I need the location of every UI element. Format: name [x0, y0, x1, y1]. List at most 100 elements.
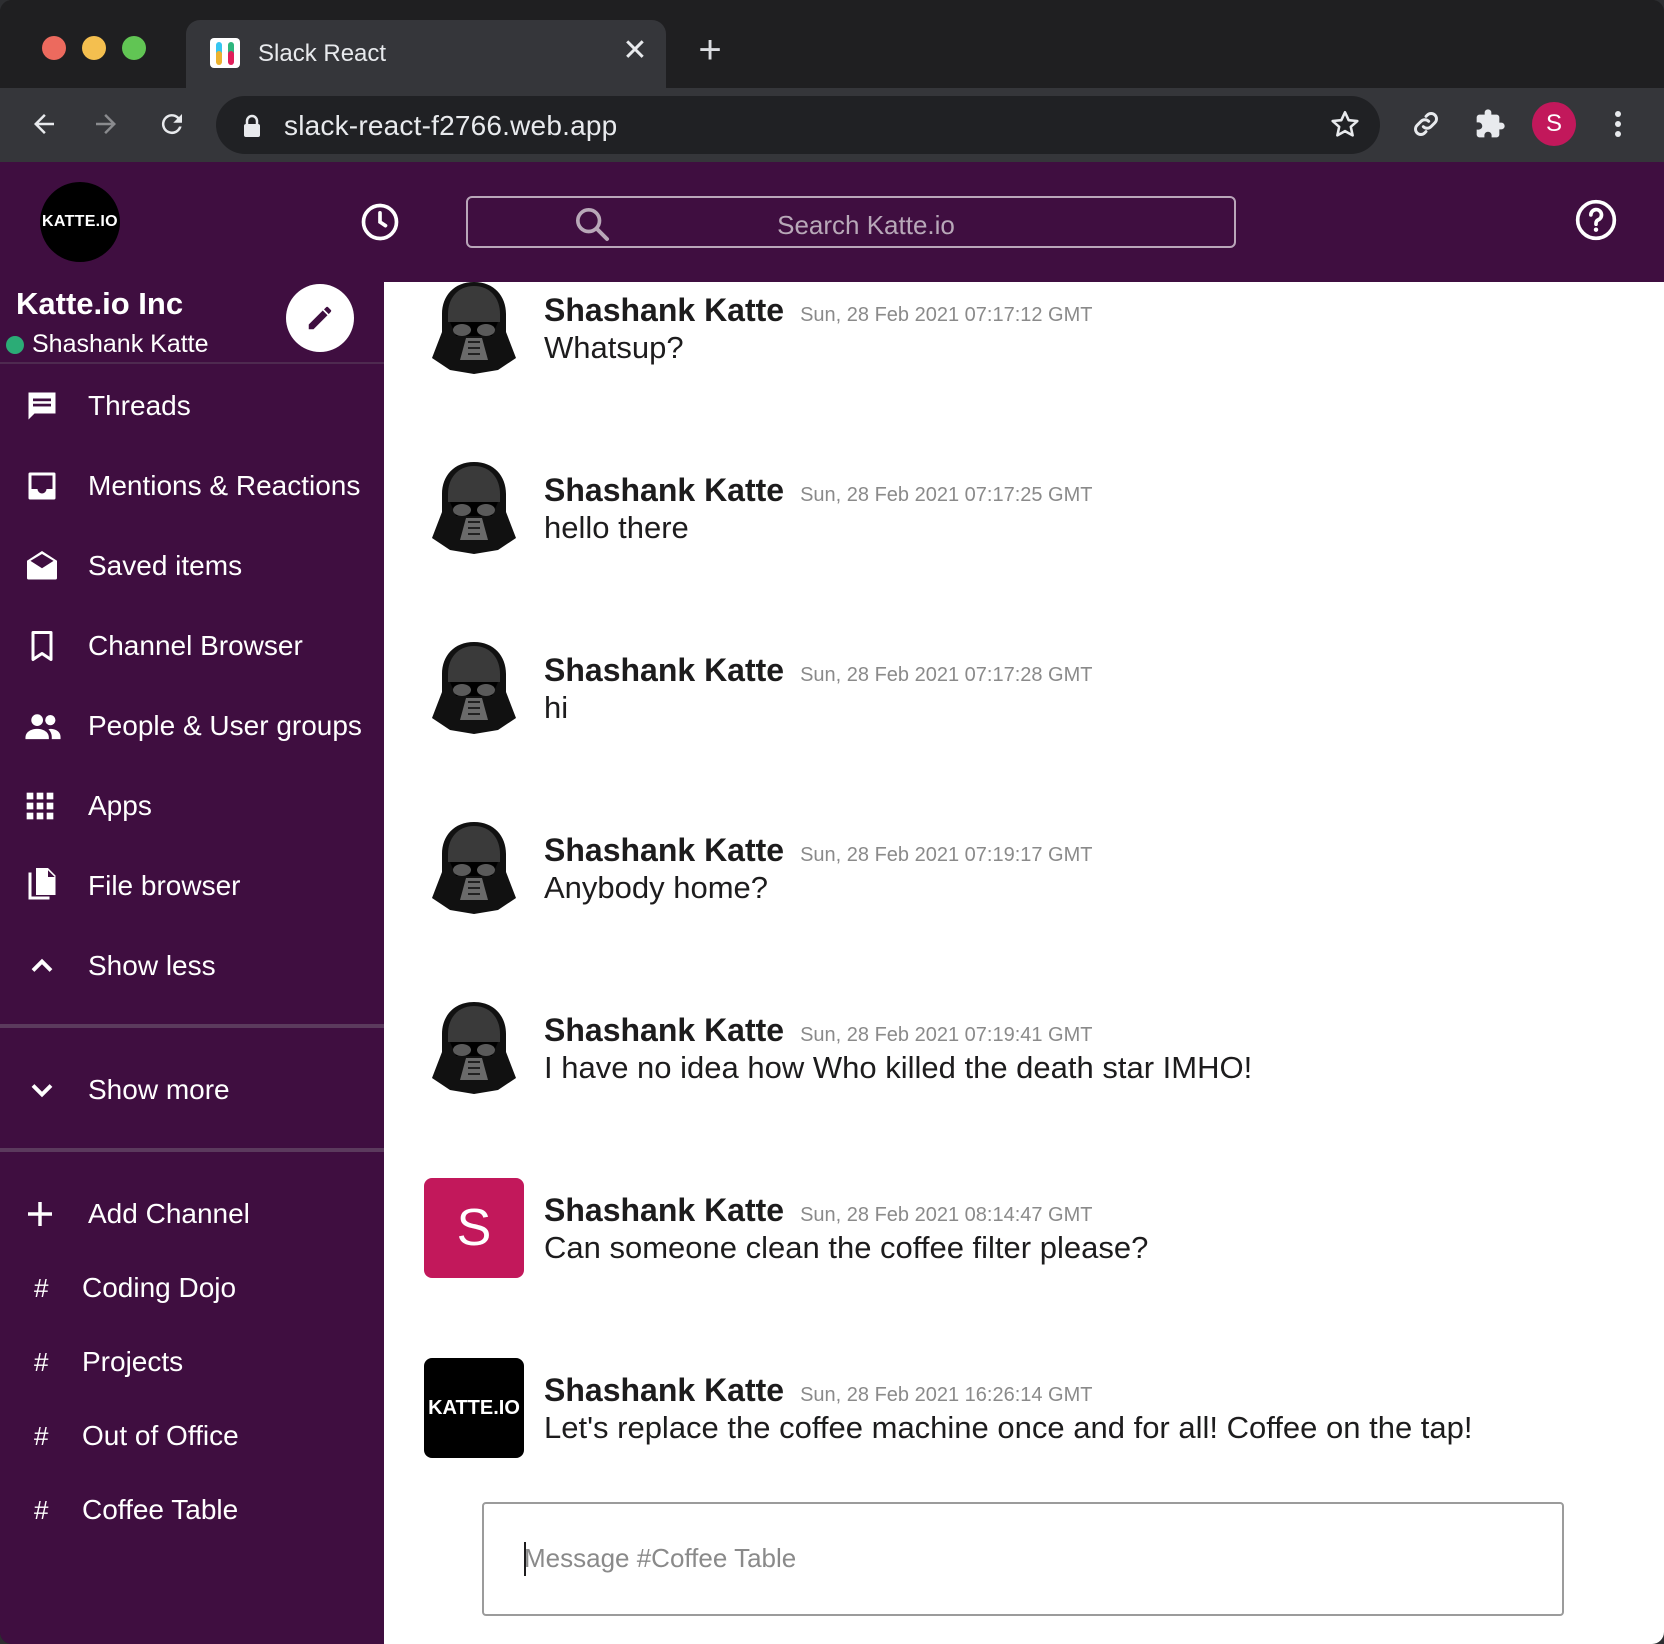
message-text: hi — [544, 690, 569, 725]
browser-tab[interactable]: Slack React ✕ — [186, 20, 666, 88]
sidebar-item-label: Apps — [88, 790, 152, 821]
message-timestamp: Sun, 28 Feb 2021 08:14:47 GMT — [800, 1204, 1093, 1226]
user-avatar: S — [424, 1178, 524, 1278]
url-text: slack-react-f2766.web.app — [284, 110, 618, 141]
message-author[interactable]: Shashank Katte — [544, 832, 784, 869]
sidebar-item-file-browser[interactable]: File browser — [0, 856, 384, 916]
divider — [0, 362, 384, 364]
sidebar-item-label: People & User groups — [88, 710, 362, 741]
message-header: Shashank Katte Sun, 28 Feb 2021 08:14:47… — [544, 1192, 1093, 1229]
message-item: Shashank Katte Sun, 28 Feb 2021 07:19:17… — [424, 818, 1624, 918]
minimize-window-button[interactable] — [82, 36, 106, 60]
message-timestamp: Sun, 28 Feb 2021 07:17:25 GMT — [800, 484, 1093, 506]
channel-projects[interactable]: # Projects — [0, 1336, 384, 1388]
plus-icon — [0, 1198, 88, 1230]
message-author[interactable]: Shashank Katte — [544, 1012, 784, 1049]
search-input[interactable]: Search Katte.io — [466, 196, 1236, 248]
forward-arrow-icon[interactable] — [82, 100, 130, 148]
message-text: hello there — [544, 510, 689, 545]
more-vert-icon[interactable] — [1594, 100, 1642, 148]
channel-coding-dojo[interactable]: # Coding Dojo — [0, 1262, 384, 1314]
sidebar-item-label: Channel Browser — [88, 630, 303, 661]
sidebar-item-saved[interactable]: Saved items — [0, 536, 384, 596]
sidebar-item-mentions[interactable]: Mentions & Reactions — [0, 456, 384, 516]
back-arrow-icon[interactable] — [20, 100, 68, 148]
browser-toolbar: slack-react-f2766.web.app S — [0, 88, 1664, 162]
message-header: Shashank Katte Sun, 28 Feb 2021 07:19:17… — [544, 832, 1093, 869]
bookmark-star-icon[interactable] — [1328, 108, 1362, 142]
reload-icon[interactable] — [148, 100, 196, 148]
hash-icon: # — [34, 1420, 49, 1451]
divider — [0, 1148, 384, 1152]
message-author[interactable]: Shashank Katte — [544, 1192, 784, 1229]
message-header: Shashank Katte Sun, 28 Feb 2021 07:17:12… — [544, 292, 1093, 329]
add-channel-button[interactable]: Add Channel — [0, 1184, 384, 1244]
sidebar-item-people[interactable]: People & User groups — [0, 696, 384, 756]
maximize-window-button[interactable] — [122, 36, 146, 60]
workspace-logo[interactable]: KATTE.IO — [40, 182, 120, 262]
address-bar[interactable]: slack-react-f2766.web.app — [216, 96, 1380, 154]
hash-icon: # — [34, 1346, 49, 1377]
message-author[interactable]: Shashank Katte — [544, 292, 784, 329]
channel-label: Coffee Table — [82, 1494, 239, 1525]
sidebar-item-label: Saved items — [88, 550, 243, 581]
tab-strip: Slack React ✕ + — [0, 0, 1664, 88]
profile-avatar[interactable]: S — [1532, 102, 1576, 146]
message-item: Shashank Katte Sun, 28 Feb 2021 07:17:28… — [424, 638, 1624, 738]
message-header: Shashank Katte Sun, 28 Feb 2021 07:17:25… — [544, 472, 1093, 509]
message-text: Let's replace the coffee machine once an… — [544, 1410, 1473, 1445]
tab-close-icon[interactable]: ✕ — [618, 34, 652, 68]
channel-label: Projects — [82, 1346, 184, 1377]
message-timestamp: Sun, 28 Feb 2021 07:19:41 GMT — [800, 1024, 1093, 1046]
user-avatar: KATTE.IO — [424, 1358, 524, 1458]
sidebar-item-show-more[interactable]: Show more — [0, 1060, 384, 1120]
close-window-button[interactable] — [42, 36, 66, 60]
hash-icon: # — [34, 1494, 49, 1525]
workspace-name: Katte.io Inc — [16, 286, 184, 321]
vader-icon — [424, 282, 524, 378]
compose-button[interactable] — [286, 284, 354, 352]
sidebar-item-label: Mentions & Reactions — [88, 470, 361, 501]
sidebar-item-apps[interactable]: Apps — [0, 776, 384, 836]
message-author[interactable]: Shashank Katte — [544, 652, 784, 689]
channel-label: Out of Office — [82, 1420, 239, 1451]
browser-window: Slack React ✕ + slack-react-f2766.web.ap… — [0, 0, 1664, 1644]
online-status-icon — [6, 335, 24, 354]
message-item: Shashank Katte Sun, 28 Feb 2021 07:17:25… — [424, 458, 1624, 558]
chevron-up-icon — [0, 948, 88, 984]
extensions-puzzle-icon[interactable] — [1466, 100, 1514, 148]
sidebar-item-threads[interactable]: Threads — [0, 376, 384, 436]
message-text: Anybody home? — [544, 870, 769, 905]
search-placeholder: Search Katte.io — [777, 210, 955, 240]
sidebar-item-label: File browser — [88, 870, 241, 901]
message-composer[interactable] — [482, 1502, 1564, 1616]
message-item: Shashank Katte Sun, 28 Feb 2021 07:19:41… — [424, 998, 1624, 1098]
message-timestamp: Sun, 28 Feb 2021 07:17:12 GMT — [800, 304, 1093, 326]
new-tab-button[interactable]: + — [690, 30, 730, 72]
message-text: Can someone clean the coffee filter plea… — [544, 1230, 1149, 1265]
message-author[interactable]: Shashank Katte — [544, 472, 784, 509]
sidebar: Katte.io Inc Shashank Katte Threads Ment… — [0, 282, 384, 1644]
message-input[interactable] — [524, 1538, 1524, 1578]
sidebar-item-show-less[interactable]: Show less — [0, 936, 384, 996]
pencil-icon — [308, 306, 332, 330]
message-timestamp: Sun, 28 Feb 2021 07:17:28 GMT — [800, 664, 1093, 686]
message-list: Shashank Katte Sun, 28 Feb 2021 07:17:12… — [384, 282, 1664, 1644]
link-icon[interactable] — [1402, 100, 1450, 148]
message-header: Shashank Katte Sun, 28 Feb 2021 16:26:14… — [544, 1372, 1093, 1409]
hash-icon: # — [34, 1272, 49, 1303]
message-timestamp: Sun, 28 Feb 2021 07:19:17 GMT — [800, 844, 1093, 866]
channel-out-of-office[interactable]: # Out of Office — [0, 1410, 384, 1462]
message-item: S Shashank Katte Sun, 28 Feb 2021 08:14:… — [424, 1178, 1624, 1278]
help-icon[interactable] — [1574, 198, 1622, 246]
vader-icon — [424, 638, 524, 738]
message-text: I have no idea how Who killed the death … — [544, 1050, 1253, 1085]
chevron-down-icon — [0, 1072, 88, 1108]
user-name: Shashank Katte — [32, 330, 209, 358]
history-icon[interactable] — [358, 200, 406, 248]
divider — [0, 1024, 384, 1028]
channel-coffee-table[interactable]: # Coffee Table — [0, 1484, 384, 1536]
apps-grid-icon — [0, 790, 88, 822]
sidebar-item-channel-browser[interactable]: Channel Browser — [0, 616, 384, 676]
message-author[interactable]: Shashank Katte — [544, 1372, 784, 1409]
